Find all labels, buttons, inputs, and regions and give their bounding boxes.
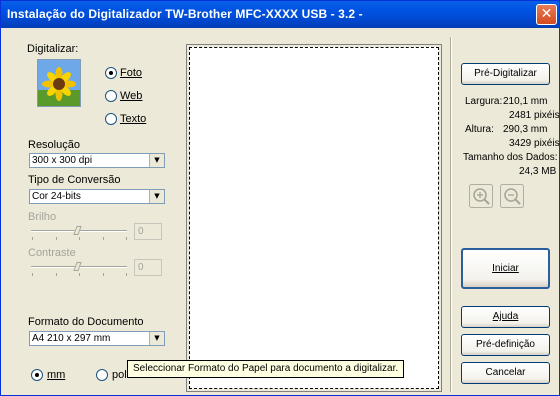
width-px: 2481 pixéis bbox=[509, 110, 560, 121]
start-button-label: Iniciar bbox=[492, 263, 519, 274]
document-size-select[interactable]: A4 210 x 297 mm ▼ bbox=[29, 331, 165, 346]
contrast-tick bbox=[32, 273, 33, 276]
brightness-tick bbox=[32, 237, 33, 240]
resolution-label: Resolução bbox=[28, 139, 80, 151]
divider bbox=[450, 37, 452, 392]
brightness-tick bbox=[103, 237, 104, 240]
scan-type-label: Digitalizar: bbox=[27, 43, 79, 55]
zoom-in-icon[interactable] bbox=[469, 184, 493, 208]
contrast-label: Contraste bbox=[28, 247, 76, 259]
unit-mm-label: mm bbox=[47, 369, 66, 381]
resolution-value: 300 x 300 dpi bbox=[32, 155, 93, 166]
scan-type-web-radio[interactable] bbox=[105, 90, 117, 102]
contrast-value-box[interactable]: 0 bbox=[134, 259, 162, 276]
brightness-value-box[interactable]: 0 bbox=[134, 223, 162, 240]
sunflower-photo-icon bbox=[37, 59, 81, 107]
conversion-value: Cor 24-bits bbox=[32, 191, 81, 202]
cancel-button[interactable]: Cancelar bbox=[461, 362, 550, 384]
brightness-tick bbox=[79, 237, 80, 240]
brightness-tick bbox=[126, 237, 127, 240]
width-label: Largura: bbox=[465, 96, 503, 107]
document-size-value: A4 210 x 297 mm bbox=[32, 333, 111, 344]
help-button[interactable]: Ajuda bbox=[461, 306, 550, 328]
unit-inch-radio[interactable] bbox=[96, 369, 108, 381]
data-size-value: 24,3 MB bbox=[519, 166, 557, 177]
width-mm: 210,1 mm bbox=[503, 96, 548, 107]
unit-inch-label: pol bbox=[112, 369, 127, 381]
height-mm: 290,3 mm bbox=[503, 124, 548, 135]
scan-type-web-label: Web bbox=[120, 90, 143, 102]
height-label: Altura: bbox=[465, 124, 494, 135]
default-button[interactable]: Pré-definição bbox=[461, 334, 550, 356]
conversion-label: Tipo de Conversão bbox=[28, 174, 121, 186]
prescan-button[interactable]: Pré-Digitalizar bbox=[461, 63, 550, 85]
data-size-label: Tamanho dos Dados: bbox=[463, 152, 558, 163]
zoom-out-icon[interactable] bbox=[500, 184, 524, 208]
preview-area[interactable] bbox=[189, 47, 439, 389]
brightness-tick bbox=[56, 237, 57, 240]
contrast-tick bbox=[79, 273, 80, 276]
resolution-select[interactable]: 300 x 300 dpi ▼ bbox=[29, 153, 165, 168]
contrast-tick bbox=[56, 273, 57, 276]
height-px: 3429 pixéis bbox=[509, 138, 560, 149]
start-button[interactable]: Iniciar bbox=[461, 248, 550, 289]
tooltip: Seleccionar Formato do Papel para docume… bbox=[127, 360, 405, 378]
contrast-tick bbox=[126, 273, 127, 276]
close-button[interactable]: ✕ bbox=[536, 4, 557, 25]
scan-type-text-radio[interactable] bbox=[105, 113, 117, 125]
scan-type-text-label: Texto bbox=[120, 113, 147, 125]
chevron-down-icon[interactable]: ▼ bbox=[149, 190, 164, 203]
brightness-label: Brilho bbox=[28, 211, 57, 223]
chevron-down-icon[interactable]: ▼ bbox=[149, 154, 164, 167]
conversion-select[interactable]: Cor 24-bits ▼ bbox=[29, 189, 165, 204]
scan-type-photo-radio[interactable] bbox=[105, 67, 117, 79]
contrast-tick bbox=[103, 273, 104, 276]
window-title: Instalação do Digitalizador TW-Brother M… bbox=[7, 7, 363, 21]
help-button-label: Ajuda bbox=[492, 311, 519, 322]
scanner-dialog: Instalação do Digitalizador TW-Brother M… bbox=[0, 0, 560, 396]
scan-type-photo-label: Foto bbox=[120, 67, 143, 79]
document-size-label: Formato do Documento bbox=[28, 316, 144, 328]
unit-mm-radio[interactable] bbox=[31, 369, 43, 381]
chevron-down-icon[interactable]: ▼ bbox=[149, 332, 164, 345]
title-bar[interactable]: Instalação do Digitalizador TW-Brother M… bbox=[1, 1, 559, 28]
